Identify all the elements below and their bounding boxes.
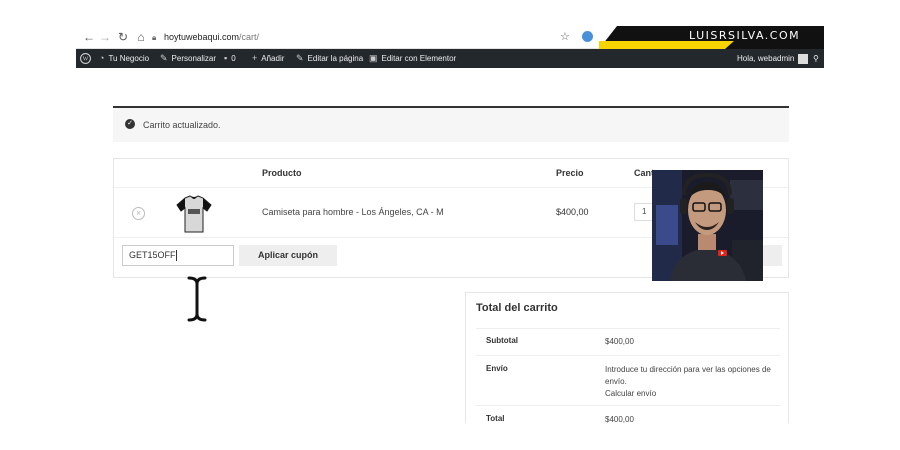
col-quantity: Cant (634, 168, 654, 178)
totals-title: Total del carrito (476, 302, 558, 314)
col-product: Producto (262, 168, 302, 178)
brand-logo-text: LUISRSILVA.COM (689, 29, 801, 42)
total-value: $400,00 (605, 415, 634, 423)
product-name-link[interactable]: Camiseta para hombre - Los Ángeles, CA -… (262, 207, 444, 217)
shipping-text: Introduce tu dirección para ver las opci… (605, 365, 771, 386)
subtotal-row: Subtotal $400,00 (476, 328, 780, 356)
admin-bar-comments[interactable]: ▪ 0 (224, 49, 236, 68)
wordpress-logo-icon[interactable]: W (80, 49, 91, 68)
dashboard-icon: ◔ (99, 53, 105, 63)
product-thumbnail[interactable] (174, 195, 214, 233)
back-icon[interactable]: ← (82, 30, 96, 44)
admin-bar-customize[interactable]: ✎ Personalizar (160, 49, 216, 68)
address-bar[interactable]: 🔒︎ hoytuwebaqui.com/cart/ (152, 29, 582, 46)
reload-icon[interactable]: ↻ (116, 30, 130, 44)
notice-text: Carrito actualizado. (143, 120, 221, 130)
calculate-shipping-link[interactable]: Calcular envío (605, 389, 656, 398)
home-icon[interactable]: ⌂ (134, 30, 148, 44)
svg-text:W: W (83, 57, 89, 63)
cart-totals: Total del carrito Subtotal $400,00 Envío… (465, 292, 789, 423)
browser-toolbar: ← → ↻ ⌂ 🔒︎ hoytuwebaqui.com/cart/ ☆ LUISR… (76, 26, 824, 49)
coupon-input[interactable]: GET15OFF (122, 245, 234, 266)
admin-bar-elementor[interactable]: ▣ Editar con Elementor (369, 49, 456, 68)
wp-admin-bar: W ◔ Tu Negocio ✎ Personalizar ▪ 0 + Añadir ✎… (76, 49, 824, 68)
brand-overlay: LUISRSILVA.COM (599, 26, 824, 49)
col-price: Precio (556, 168, 584, 178)
plus-icon: + (252, 53, 258, 63)
lock-icon: 🔒︎ (152, 33, 157, 42)
search-icon[interactable]: ⚲ (813, 49, 819, 68)
forward-icon[interactable]: → (98, 30, 112, 44)
elementor-icon: ▣ (369, 53, 378, 63)
comment-icon: ▪ (224, 53, 228, 63)
extension-icon[interactable] (582, 31, 593, 42)
cart-updated-notice: ✓ Carrito actualizado. (113, 106, 789, 142)
apply-coupon-button[interactable]: Aplicar cupón (239, 245, 337, 266)
total-row: Total $400,00 (476, 406, 780, 423)
admin-bar-new[interactable]: + Añadir (252, 49, 284, 68)
shipping-row: Envío Introduce tu dirección para ver la… (476, 356, 780, 406)
admin-bar-site[interactable]: ◔ Tu Negocio (99, 49, 149, 68)
bookmark-star-icon[interactable]: ☆ (560, 30, 570, 43)
admin-bar-account[interactable]: Hola, webadmin (737, 49, 809, 68)
text-cursor-icon (187, 276, 207, 322)
remove-item-icon[interactable]: × (132, 207, 145, 220)
url-host: hoytuwebaqui.com (164, 32, 240, 42)
url-path: /cart/ (239, 32, 260, 42)
product-price: $400,00 (556, 207, 589, 217)
pencil-icon: ✎ (296, 53, 304, 63)
check-circle-icon: ✓ (125, 119, 135, 129)
subtotal-value: $400,00 (605, 337, 634, 346)
webcam-video (652, 170, 763, 281)
avatar (798, 53, 809, 64)
admin-bar-edit-page[interactable]: ✎ Editar la página (296, 49, 363, 68)
brush-icon: ✎ (160, 53, 168, 63)
